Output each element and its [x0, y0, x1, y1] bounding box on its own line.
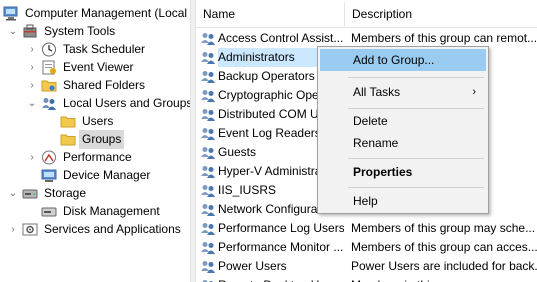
group-description: Power Users are included for back... — [351, 259, 537, 273]
menu-separator — [348, 77, 484, 78]
group-name: Performance Monitor ... — [218, 240, 344, 254]
storage-icon — [22, 186, 38, 201]
menu-item-label: Rename — [353, 136, 399, 150]
disk-icon — [41, 204, 57, 219]
folder-icon — [60, 132, 76, 147]
tree-item-label: Local Users and Groups — [63, 96, 190, 110]
event-viewer-icon — [41, 60, 57, 75]
tree-item-label: Event Viewer — [63, 60, 134, 74]
console-tree: Computer Management (Local ⌄ System Tool… — [0, 0, 190, 282]
chevron-right-icon[interactable]: › — [27, 40, 37, 59]
chevron-right-icon[interactable]: › — [27, 148, 37, 167]
table-row[interactable]: Performance Monitor ... Members of this g… — [196, 238, 537, 257]
chevron-right-icon[interactable]: › — [27, 58, 37, 77]
tree-item-label: Performance — [63, 150, 132, 164]
tree-item-label: Storage — [44, 186, 87, 200]
menu-item-properties[interactable]: Properties — [320, 161, 486, 183]
chevron-down-icon[interactable]: ⌄ — [8, 184, 18, 203]
tree-item-label: Users — [82, 114, 114, 128]
chevron-down-icon[interactable]: ⌄ — [27, 94, 37, 113]
chevron-right-icon[interactable]: › — [27, 76, 37, 95]
menu-item-label: All Tasks — [353, 85, 401, 99]
group-icon — [200, 145, 216, 160]
tree-item-label: System Tools — [44, 24, 116, 38]
menu-separator — [348, 158, 484, 159]
menu-separator — [348, 187, 484, 188]
menu-item-label: Properties — [353, 165, 413, 179]
column-header-name[interactable]: Name — [196, 0, 344, 28]
menu-item-label: Help — [353, 194, 378, 208]
folder-icon — [60, 114, 76, 129]
group-name: Remote Desktop Users — [218, 276, 344, 282]
group-description: Members of this group can acces... — [351, 240, 537, 254]
tree-item-label: Device Manager — [63, 168, 151, 182]
group-icon — [200, 126, 216, 141]
table-row[interactable]: Performance Log Users Members of this gro… — [196, 219, 537, 238]
group-name: Performance Log Users — [218, 221, 344, 235]
tree-item-label: Task Scheduler — [63, 42, 146, 56]
group-icon — [200, 88, 216, 103]
menu-item-rename[interactable]: Rename — [320, 132, 486, 154]
group-icon — [200, 183, 216, 198]
users-groups-icon — [41, 96, 57, 111]
menu-item-label: Delete — [353, 114, 388, 128]
group-name: Power Users — [218, 259, 287, 273]
group-description: Members of this group may sche... — [351, 221, 536, 235]
list-header: Name Description — [196, 0, 537, 28]
group-icon — [200, 278, 216, 282]
group-icon — [200, 164, 216, 179]
menu-separator — [348, 108, 484, 109]
chevron-right-icon[interactable]: › — [8, 220, 18, 239]
performance-icon — [41, 150, 57, 165]
group-icon — [200, 107, 216, 122]
menu-item-help[interactable]: Help — [320, 190, 486, 212]
computer-management-icon — [3, 6, 19, 21]
group-icon — [200, 221, 216, 236]
submenu-arrow-icon: › — [472, 86, 476, 98]
tree-item-label: Shared Folders — [63, 78, 146, 92]
clock-icon — [41, 42, 57, 57]
group-icon — [200, 240, 216, 255]
menu-item-delete[interactable]: Delete — [320, 110, 486, 132]
tree-item-label: Disk Management — [63, 204, 160, 218]
services-icon — [22, 222, 38, 237]
tree-item-label: Services and Applications — [44, 222, 181, 236]
shared-folder-icon — [41, 78, 57, 93]
table-row[interactable]: Power Users Power Users are included for … — [196, 257, 537, 276]
menu-item-label: Add to Group... — [353, 53, 435, 67]
group-description: Members in this group are gran... — [351, 276, 537, 282]
context-menu: Add to Group... All Tasks › Delete Renam… — [317, 46, 489, 214]
group-icon — [200, 259, 216, 274]
group-icon — [200, 31, 216, 46]
menu-item-all-tasks[interactable]: All Tasks › — [320, 81, 486, 103]
system-tools-icon — [22, 24, 38, 39]
tree-item-label: Groups — [79, 130, 125, 149]
column-header-description[interactable]: Description — [345, 0, 537, 28]
device-manager-icon — [41, 168, 57, 183]
menu-item-add-to-group[interactable]: Add to Group... — [320, 49, 486, 71]
group-icon — [200, 69, 216, 84]
group-icon — [200, 202, 216, 217]
table-row[interactable]: Remote Desktop Users Members in this grou… — [196, 276, 537, 282]
tree-item-label: Computer Management (Local — [25, 6, 188, 20]
chevron-down-icon[interactable]: ⌄ — [8, 22, 18, 41]
group-icon — [200, 50, 216, 65]
